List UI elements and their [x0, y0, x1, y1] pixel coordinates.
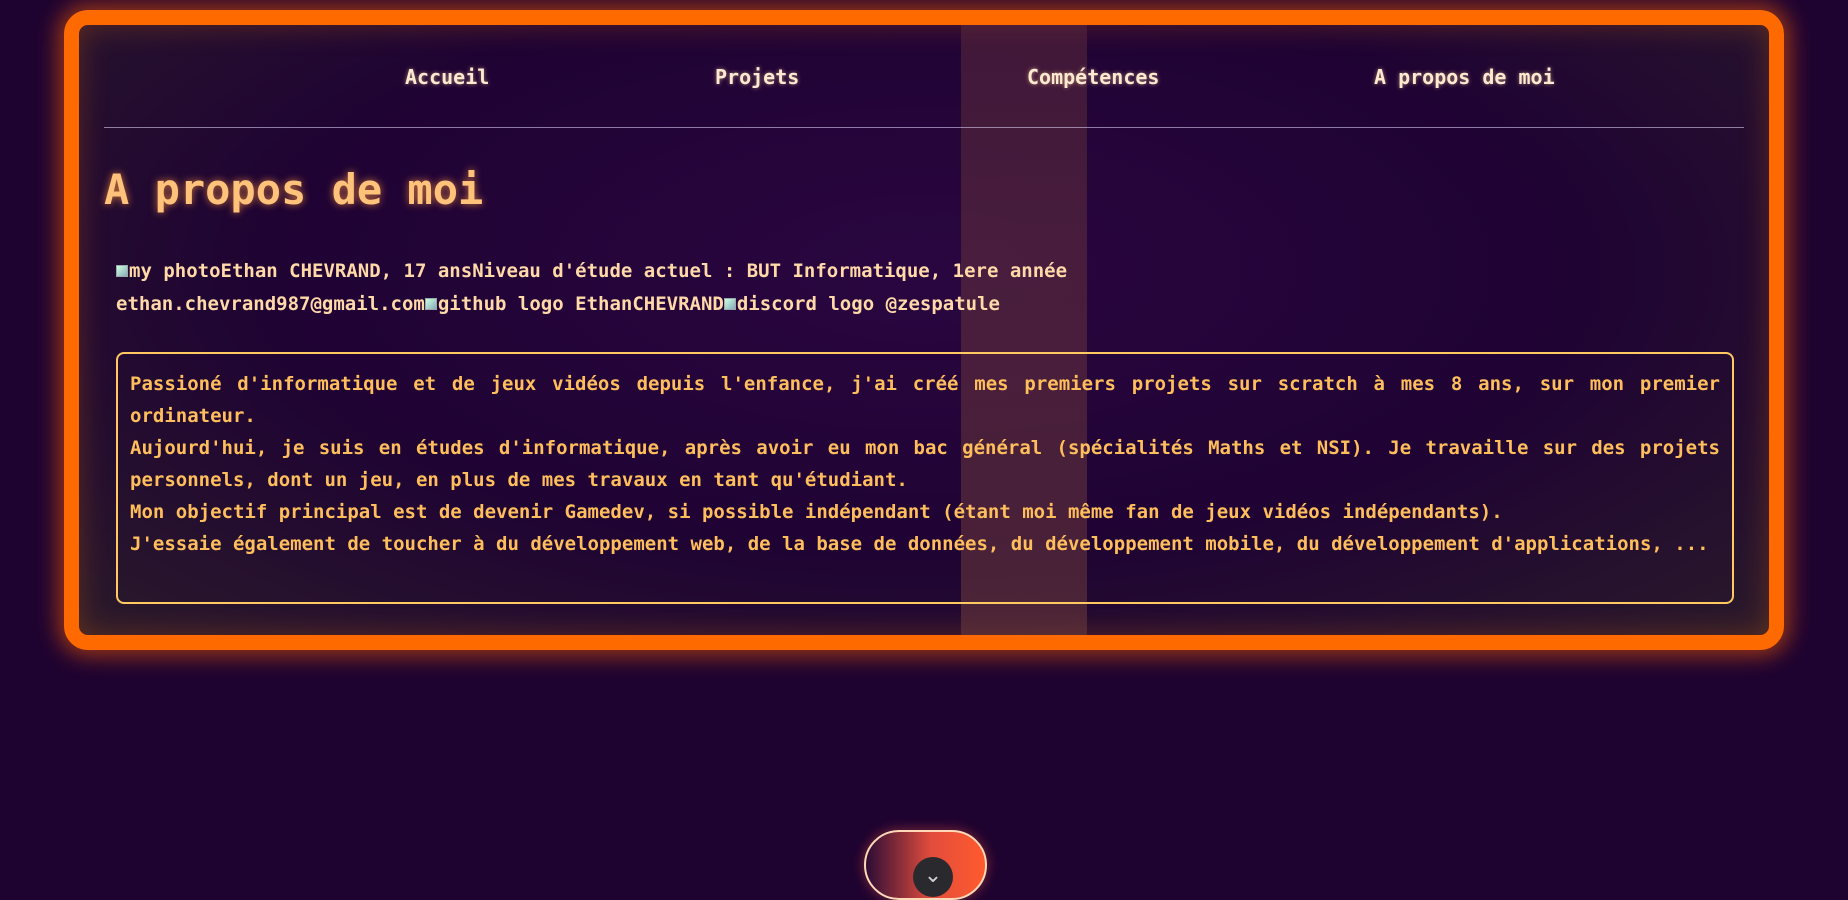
- chevron-down-icon[interactable]: ⌄: [913, 857, 953, 897]
- github-logo: github logo: [424, 288, 564, 321]
- github-username[interactable]: EthanCHEVRAND: [564, 293, 724, 315]
- nav-item-projets[interactable]: Projets: [715, 65, 799, 89]
- name-age: Ethan CHEVRAND, 17 ans: [220, 260, 473, 282]
- top-navigation: Accueil Projets Compétences A propos de …: [104, 63, 1744, 128]
- profile-photo: my photo: [116, 255, 221, 288]
- bio-paragraph: Mon objectif principal est de devenir Ga…: [130, 501, 1503, 523]
- email-link[interactable]: ethan.chevrand987@gmail.com: [116, 293, 425, 315]
- discord-logo: discord logo: [723, 288, 875, 321]
- profile-line-1: my photoEthan CHEVRAND, 17 ansNiveau d'é…: [116, 255, 1516, 288]
- profile-line-2: ethan.chevrand987@gmail.com github logo E…: [116, 288, 1516, 321]
- theme-toggle-button[interactable]: ⌄: [864, 830, 987, 900]
- github-logo-alt: github logo: [437, 293, 564, 315]
- bio-box: Passioné d'informatique et de jeux vidéo…: [116, 352, 1734, 604]
- broken-image-icon: [424, 298, 437, 310]
- profile-photo-alt: my photo: [129, 260, 221, 282]
- nav-item-competences[interactable]: Compétences: [1027, 65, 1159, 89]
- education-level: Niveau d'étude actuel : BUT Informatique…: [472, 260, 1068, 282]
- nav-item-accueil[interactable]: Accueil: [405, 65, 489, 89]
- broken-image-icon: [723, 298, 736, 310]
- bio-paragraph: Aujourd'hui, je suis en études d'informa…: [130, 437, 1720, 491]
- main-frame: Accueil Projets Compétences A propos de …: [64, 10, 1784, 650]
- page-title: A propos de moi: [104, 165, 484, 214]
- discord-logo-alt: discord logo: [736, 293, 875, 315]
- nav-item-a-propos[interactable]: A propos de moi: [1374, 65, 1555, 89]
- broken-image-icon: [116, 265, 128, 277]
- discord-username: @zespatule: [874, 293, 1000, 315]
- bio-paragraph: Passioné d'informatique et de jeux vidéo…: [130, 373, 1720, 427]
- profile-info: my photoEthan CHEVRAND, 17 ansNiveau d'é…: [116, 255, 1516, 321]
- bio-paragraph: J'essaie également de toucher à du dével…: [130, 533, 1709, 555]
